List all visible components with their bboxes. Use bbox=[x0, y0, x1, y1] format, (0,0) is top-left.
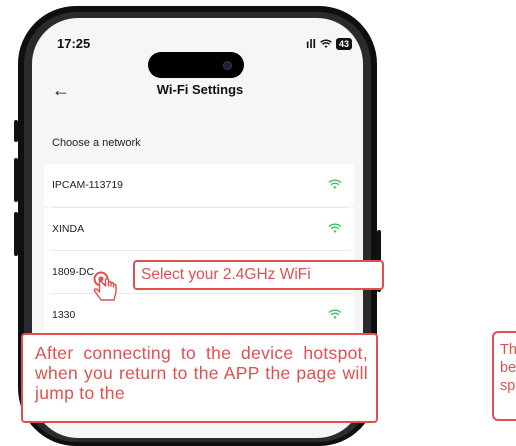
network-name: 1809-DC bbox=[52, 266, 95, 278]
wifi-signal-icon bbox=[328, 309, 342, 319]
tap-hand-icon bbox=[93, 271, 117, 301]
after-connecting-callout: After connecting to the device hotspot, … bbox=[21, 333, 378, 423]
network-row-ipcam[interactable]: IPCAM-113719 bbox=[44, 164, 354, 206]
wifi-signal-icon bbox=[328, 179, 342, 189]
page-title: Wi-Fi Settings bbox=[156, 82, 244, 97]
network-row-1330[interactable]: 1330 bbox=[44, 294, 354, 336]
choose-network-label: Choose a network bbox=[52, 137, 141, 149]
phone-side-button bbox=[14, 120, 18, 142]
wifi-status-icon bbox=[320, 39, 332, 48]
status-time: 17:25 bbox=[57, 36, 91, 51]
signal-icon: ıll bbox=[306, 37, 317, 51]
wifi-signal-icon bbox=[328, 223, 342, 233]
phone-volume-down bbox=[14, 212, 18, 256]
right-partial-callout: Th be sp bbox=[492, 331, 516, 421]
network-name: XINDA bbox=[52, 223, 85, 235]
front-camera bbox=[223, 61, 232, 70]
status-icons: ıll 43 bbox=[306, 37, 353, 51]
phone-volume-up bbox=[14, 158, 18, 202]
network-row-xinda[interactable]: XINDA bbox=[44, 208, 354, 250]
network-name: IPCAM-113719 bbox=[52, 179, 124, 191]
select-wifi-callout: Select your 2.4GHz WiFi bbox=[133, 260, 384, 290]
network-name: 1330 bbox=[52, 309, 76, 321]
battery-icon: 43 bbox=[336, 38, 353, 50]
